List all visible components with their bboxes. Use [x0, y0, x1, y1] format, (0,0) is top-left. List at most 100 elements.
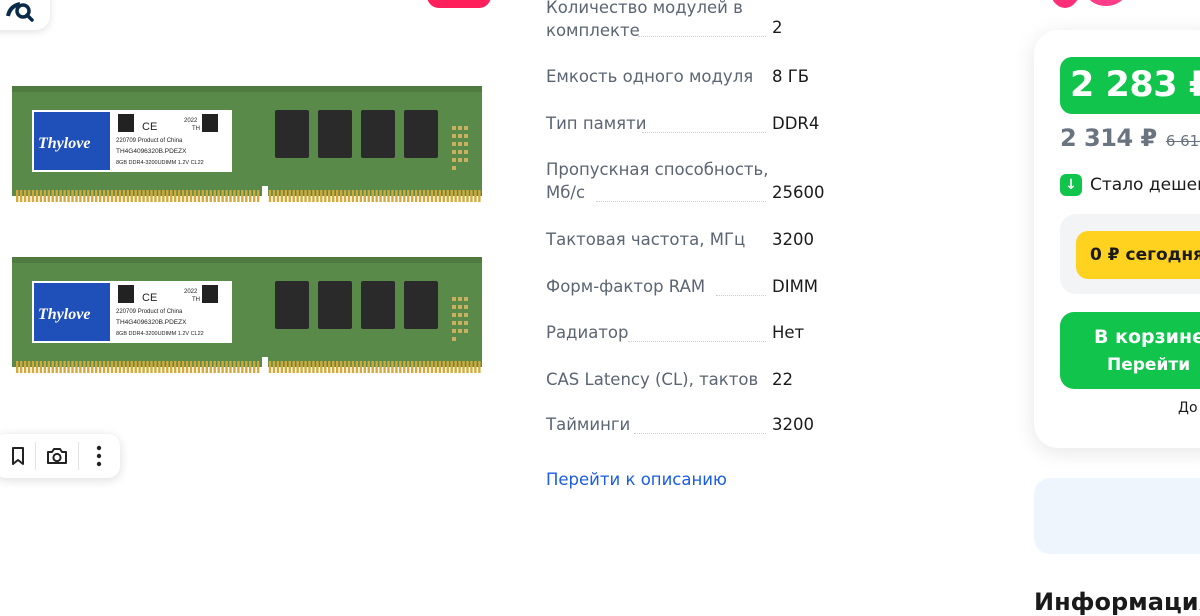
gold-contact [47, 361, 50, 373]
pink-decoration [1050, 0, 1080, 8]
more-vertical-icon [97, 445, 102, 467]
gold-contact [355, 190, 359, 202]
gold-contact [217, 361, 220, 373]
spec-leader [628, 341, 766, 342]
gold-contact [193, 190, 197, 202]
gold-contact [304, 190, 307, 202]
gold-contact [328, 361, 331, 373]
gold-contact [403, 190, 406, 202]
gold-contact [328, 190, 331, 202]
gold-contact [154, 190, 157, 202]
gold-contact [391, 190, 394, 202]
gold-contact [55, 361, 58, 373]
camera-button[interactable] [36, 434, 77, 478]
gold-contact [383, 361, 386, 373]
gold-contact [312, 190, 315, 202]
gold-contact [31, 190, 35, 202]
gold-contact [426, 190, 430, 202]
gold-contact [462, 190, 465, 202]
gold-contact [253, 190, 256, 202]
ce-mark: CE [142, 292, 157, 304]
smd-component [452, 337, 456, 341]
gold-contact [316, 361, 319, 373]
gold-contact [288, 361, 291, 373]
gold-contact [241, 190, 244, 202]
gold-contact [47, 190, 50, 202]
delivery-text: До [1178, 400, 1198, 416]
product-image[interactable]: Thylove CE 2022 TH 220709 Product of China TH… [12, 86, 482, 204]
more-button[interactable] [79, 434, 120, 478]
smd-component [458, 329, 462, 333]
gold-contact [446, 190, 449, 202]
gold-contact [209, 361, 212, 373]
gold-contact [272, 190, 276, 202]
gold-contact [43, 361, 47, 373]
gold-contact [347, 361, 351, 373]
gold-contact [339, 190, 343, 202]
bookmark-button[interactable] [0, 434, 35, 478]
price-dropped-text: Стало дешев [1090, 175, 1200, 195]
gold-contact [205, 190, 208, 202]
product-image[interactable]: Thylove CE 2022 TH 220709 Product of China TH… [12, 257, 482, 375]
gold-contact [102, 190, 106, 202]
gold-contact [197, 361, 201, 373]
gold-contact [383, 190, 386, 202]
in-cart-button[interactable]: В корзине Перейти [1060, 312, 1200, 389]
gold-contact [418, 190, 422, 202]
gold-contact [16, 190, 19, 202]
gold-contact [474, 361, 477, 373]
gold-contact [95, 190, 98, 202]
smd-component [458, 142, 462, 146]
spec-leader [716, 295, 766, 296]
gold-contact [288, 190, 291, 202]
gold-contact [146, 361, 149, 373]
gold-contact [83, 190, 86, 202]
gold-contact [249, 361, 252, 373]
gold-contact [462, 361, 465, 373]
spec-value: 8 ГБ [772, 67, 810, 86]
pink-tab[interactable] [427, 0, 491, 8]
gold-contact [225, 361, 228, 373]
info-heading: Информация [1034, 588, 1200, 616]
smd-component [464, 297, 468, 301]
gold-contact [154, 361, 157, 373]
gold-contact [454, 190, 457, 202]
gold-contact [150, 190, 153, 202]
installment-option[interactable]: 0 ₽ сегодня [1076, 231, 1200, 279]
gold-contact [292, 190, 295, 202]
gold-contact [106, 361, 110, 373]
year: 2022 [184, 289, 198, 295]
smd-component [458, 297, 462, 301]
gold-contact [122, 361, 126, 373]
gold-contact [268, 361, 272, 373]
go-to-description-link[interactable]: Перейти к описанию [546, 470, 727, 489]
mark: TH [192, 297, 200, 303]
gold-contact [359, 190, 363, 202]
qr-code [118, 114, 134, 132]
gold-contact [35, 361, 39, 373]
smd-component [464, 321, 468, 325]
key-notch [262, 186, 268, 204]
gold-contact [256, 190, 260, 202]
gold-contact [213, 190, 216, 202]
gold-contact [75, 190, 78, 202]
gold-contact [237, 190, 240, 202]
gold-contact [466, 361, 469, 373]
gold-contact [478, 190, 481, 202]
smd-component [452, 134, 456, 138]
gold-contact [27, 190, 31, 202]
gold-contact [205, 361, 208, 373]
gold-contact [51, 361, 54, 373]
gold-contact [320, 190, 323, 202]
search-badge[interactable] [0, 0, 50, 30]
gold-contact [189, 361, 193, 373]
gold-contact [233, 361, 236, 373]
gold-contact [296, 361, 299, 373]
gold-contact [79, 190, 82, 202]
smd-component [464, 134, 468, 138]
brand-name: Thylove [38, 306, 90, 323]
gold-contact [146, 190, 149, 202]
gold-contact [351, 361, 355, 373]
current-price: 2 283 ₽ [1060, 57, 1200, 114]
gold-contact [442, 190, 445, 202]
